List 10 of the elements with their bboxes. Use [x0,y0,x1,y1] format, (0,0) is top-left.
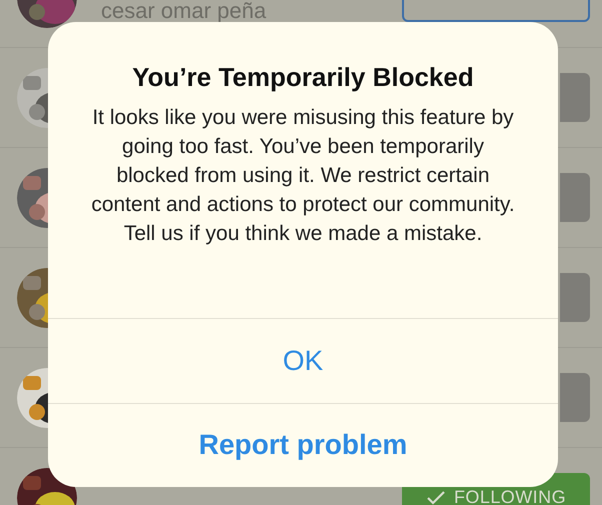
status-button[interactable] [560,173,590,222]
username: cesar omar peña [101,0,268,25]
dialog-button[interactable]: OK [48,318,558,402]
dialog-message: It looks like you were misusing this feature by going too fast. You’ve been temporarily blocked from using it. We restrict certain content and actions to protect our community. Tell us if you think we made a mistake. [90,105,516,247]
dialog-button[interactable]: Report problem [48,402,558,487]
status-button[interactable] [560,73,590,122]
status-button[interactable] [560,273,590,322]
check-icon [426,490,446,505]
status-button[interactable] [560,373,590,422]
dialog-title: You’re Temporarily Blocked [132,61,474,94]
